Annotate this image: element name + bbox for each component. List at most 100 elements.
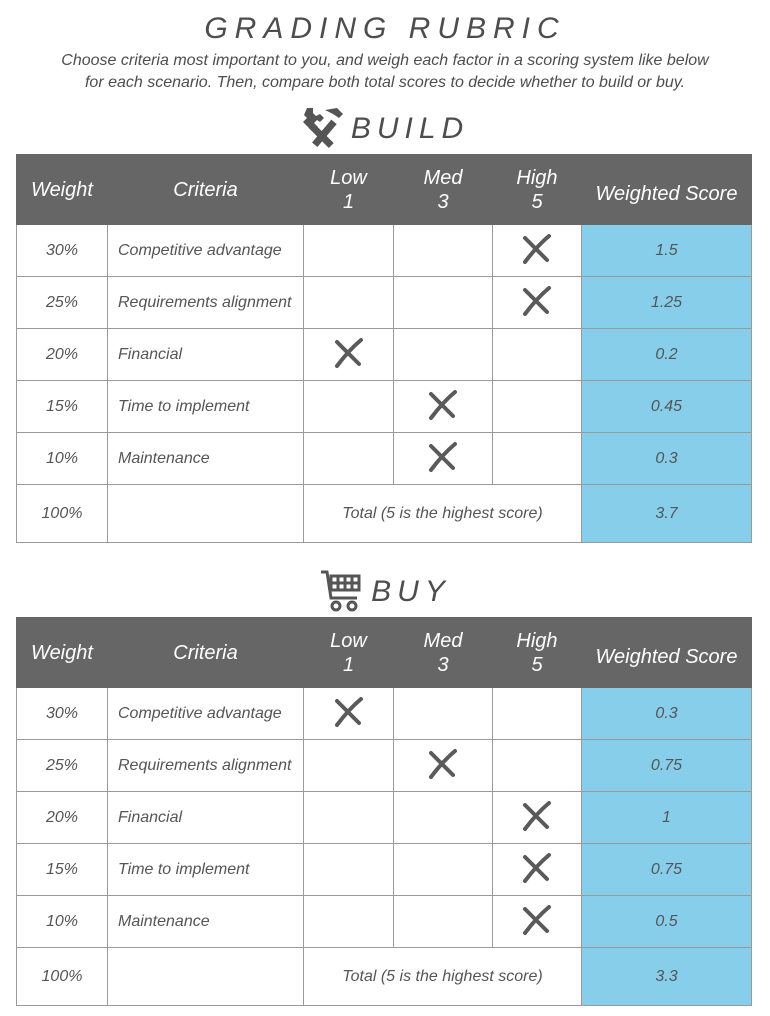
rating-low-cell[interactable]	[303, 276, 394, 329]
low-header: Low 1	[303, 617, 394, 688]
weight-cell: 15%	[16, 843, 108, 896]
build-section-heading: BUILD	[0, 104, 770, 154]
total-score-cell: 3.3	[581, 947, 752, 1006]
rating-low-cell[interactable]	[303, 739, 394, 792]
rating-high-cell[interactable]	[492, 791, 582, 844]
criteria-cell: Maintenance	[107, 432, 304, 485]
shopping-cart-icon	[319, 566, 367, 618]
rating-high-cell[interactable]	[492, 843, 582, 896]
weighted-score-cell: 0.5	[581, 895, 752, 948]
weight-header: Weight	[16, 617, 108, 688]
rating-high-cell[interactable]	[492, 276, 582, 329]
rating-high-cell[interactable]	[492, 687, 582, 740]
x-mark-icon	[517, 234, 557, 272]
weighted-score-cell: 0.3	[581, 687, 752, 740]
rating-med-cell[interactable]	[393, 791, 493, 844]
x-mark-icon	[423, 442, 463, 480]
rating-high-cell[interactable]	[492, 224, 582, 277]
weighted-score-cell: 1	[581, 791, 752, 844]
total-weight-cell: 100%	[16, 484, 108, 543]
rating-med-cell[interactable]	[393, 328, 493, 381]
weight-cell: 20%	[16, 791, 108, 844]
page-title: GRADING RUBRIC	[204, 12, 566, 45]
weight-cell: 25%	[16, 276, 108, 329]
subtitle-line-2: for each scenario. Then, compare both to…	[84, 74, 686, 91]
x-mark-icon	[423, 749, 463, 787]
x-mark-icon	[423, 390, 463, 428]
rating-med-cell[interactable]	[393, 739, 493, 792]
weight-cell: 10%	[16, 432, 108, 485]
total-score-cell: 3.7	[581, 484, 752, 543]
criteria-cell: Requirements alignment	[107, 276, 304, 329]
rating-med-cell[interactable]	[393, 432, 493, 485]
weighted-score-cell: 0.3	[581, 432, 752, 485]
rating-med-cell[interactable]	[393, 687, 493, 740]
weighted-score-header: Weighted Score	[581, 154, 752, 225]
buy-section-heading: BUY	[0, 566, 770, 618]
rating-low-cell[interactable]	[303, 328, 394, 381]
empty-cell	[107, 484, 304, 543]
rating-med-cell[interactable]	[393, 843, 493, 896]
weight-cell: 10%	[16, 895, 108, 948]
table-row: 20% Financial 1	[16, 791, 752, 844]
x-mark-icon	[517, 286, 557, 324]
buy-table: Weight Criteria Low 1 Med 3 High 5 Weighted…	[16, 617, 752, 1006]
weighted-score-cell: 1.5	[581, 224, 752, 277]
rating-high-cell[interactable]	[492, 895, 582, 948]
rating-low-cell[interactable]	[303, 432, 394, 485]
high-header: High 5	[492, 617, 582, 688]
total-label: Total (5 is the highest score)	[303, 947, 582, 1006]
rating-low-cell[interactable]	[303, 791, 394, 844]
criteria-cell: Requirements alignment	[107, 739, 304, 792]
subtitle-line-1: Choose criteria most important to you, a…	[61, 52, 709, 69]
x-mark-icon	[517, 905, 557, 943]
med-header: Med 3	[393, 617, 493, 688]
criteria-cell: Competitive advantage	[107, 687, 304, 740]
rating-low-cell[interactable]	[303, 895, 394, 948]
rating-high-cell[interactable]	[492, 432, 582, 485]
weight-cell: 15%	[16, 380, 108, 433]
criteria-header: Criteria	[107, 617, 304, 688]
rating-high-cell[interactable]	[492, 380, 582, 433]
table-row: 10% Maintenance 0.3	[16, 432, 752, 485]
med-header: Med 3	[393, 154, 493, 225]
build-table: Weight Criteria Low 1 Med 3 High 5 Weighted…	[16, 154, 752, 543]
criteria-cell: Financial	[107, 328, 304, 381]
rating-low-cell[interactable]	[303, 224, 394, 277]
weighted-score-cell: 0.2	[581, 328, 752, 381]
table-header-row: Weight Criteria Low 1 Med 3 High 5 Weighted…	[16, 617, 752, 688]
table-row: 30% Competitive advantage 0.3	[16, 687, 752, 740]
weight-cell: 25%	[16, 739, 108, 792]
rating-med-cell[interactable]	[393, 895, 493, 948]
rating-low-cell[interactable]	[303, 380, 394, 433]
weight-cell: 30%	[16, 687, 108, 740]
table-row: 25% Requirements alignment 0.75	[16, 739, 752, 792]
rating-low-cell[interactable]	[303, 687, 394, 740]
total-row: 100% Total (5 is the highest score) 3.3	[16, 947, 752, 1006]
rating-low-cell[interactable]	[303, 843, 394, 896]
weighted-score-cell: 0.75	[581, 843, 752, 896]
table-row: 15% Time to implement 0.75	[16, 843, 752, 896]
empty-cell	[107, 947, 304, 1006]
total-label: Total (5 is the highest score)	[303, 484, 582, 543]
criteria-header: Criteria	[107, 154, 304, 225]
rating-med-cell[interactable]	[393, 380, 493, 433]
rating-med-cell[interactable]	[393, 276, 493, 329]
criteria-cell: Financial	[107, 791, 304, 844]
buy-heading-label: BUY	[371, 575, 451, 608]
weighted-score-cell: 0.45	[581, 380, 752, 433]
rating-high-cell[interactable]	[492, 739, 582, 792]
weight-cell: 30%	[16, 224, 108, 277]
criteria-cell: Maintenance	[107, 895, 304, 948]
criteria-cell: Time to implement	[107, 843, 304, 896]
rating-high-cell[interactable]	[492, 328, 582, 381]
criteria-cell: Time to implement	[107, 380, 304, 433]
x-mark-icon	[517, 853, 557, 891]
table-row: 30% Competitive advantage 1.5	[16, 224, 752, 277]
rating-med-cell[interactable]	[393, 224, 493, 277]
table-row: 20% Financial 0.2	[16, 328, 752, 381]
build-heading-label: BUILD	[350, 112, 470, 145]
page-subtitle: Choose criteria most important to you, a…	[0, 50, 770, 94]
total-weight-cell: 100%	[16, 947, 108, 1006]
low-header: Low 1	[303, 154, 394, 225]
